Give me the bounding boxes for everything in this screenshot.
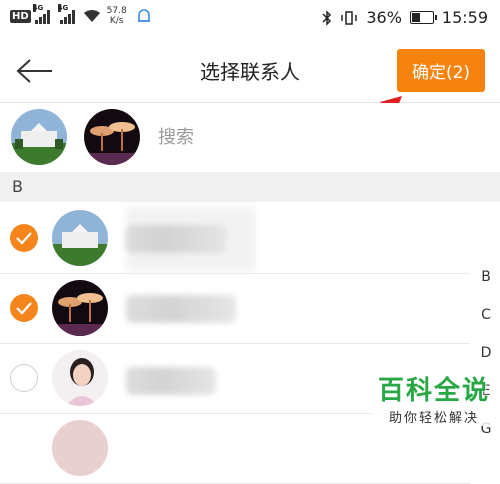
checkbox-checked[interactable] bbox=[10, 224, 38, 252]
house-photo-icon bbox=[52, 210, 108, 266]
search-input[interactable]: 搜索 bbox=[158, 123, 194, 149]
signal-icon: 4G bbox=[32, 4, 50, 24]
watermark-subtitle: 助你轻松解决 bbox=[370, 407, 498, 426]
battery-percent: 36% bbox=[366, 8, 402, 27]
mushroom-lights-photo-icon bbox=[84, 109, 140, 165]
checkbox-unchecked[interactable] bbox=[10, 364, 38, 392]
wifi-icon bbox=[83, 9, 100, 22]
clock: 15:59 bbox=[441, 8, 488, 27]
bluetooth-icon bbox=[322, 9, 332, 26]
status-bar: HD 4G 4G 57.8 K/s 36% 15:59 bbox=[0, 0, 500, 40]
status-left: HD 4G 4G 57.8 K/s bbox=[10, 4, 153, 26]
contact-avatar bbox=[52, 350, 108, 406]
contact-avatar bbox=[52, 420, 108, 476]
section-letter: B bbox=[12, 177, 23, 196]
selected-contacts-bar: 搜索 bbox=[0, 103, 500, 171]
watermark: 百科全说 助你轻松解决 bbox=[370, 370, 498, 426]
watermark-title: 百科全说 bbox=[377, 376, 490, 406]
index-letter[interactable]: C bbox=[476, 296, 496, 334]
blurred-name-text bbox=[126, 295, 236, 323]
person-photo-icon bbox=[52, 350, 108, 406]
house-photo-icon bbox=[11, 109, 67, 165]
contact-row[interactable] bbox=[0, 203, 470, 274]
check-icon bbox=[16, 302, 32, 315]
confirm-button[interactable]: 确定(2) bbox=[397, 49, 485, 92]
battery-icon bbox=[409, 11, 437, 24]
blurred-name-text bbox=[126, 225, 226, 253]
signal-icon-2: 4G bbox=[57, 4, 75, 24]
contact-avatar bbox=[52, 210, 108, 266]
index-letter[interactable]: D bbox=[476, 334, 496, 372]
blurred-name-text bbox=[126, 367, 216, 395]
notification-icon bbox=[137, 9, 150, 22]
check-icon bbox=[16, 232, 32, 245]
selected-avatar-2[interactable] bbox=[84, 109, 140, 165]
checkbox-checked[interactable] bbox=[10, 294, 38, 322]
contact-row[interactable] bbox=[0, 273, 470, 344]
vibrate-icon bbox=[341, 10, 358, 25]
status-right: 36% 15:59 bbox=[322, 8, 488, 27]
hd-badge: HD bbox=[10, 9, 31, 23]
selected-avatar-1[interactable] bbox=[11, 109, 67, 165]
network-speed: 57.8 K/s bbox=[106, 6, 127, 26]
index-letter[interactable]: B bbox=[476, 258, 496, 296]
contact-avatar bbox=[52, 280, 108, 336]
mushroom-lights-photo-icon bbox=[52, 280, 108, 336]
section-header: B bbox=[0, 172, 500, 202]
